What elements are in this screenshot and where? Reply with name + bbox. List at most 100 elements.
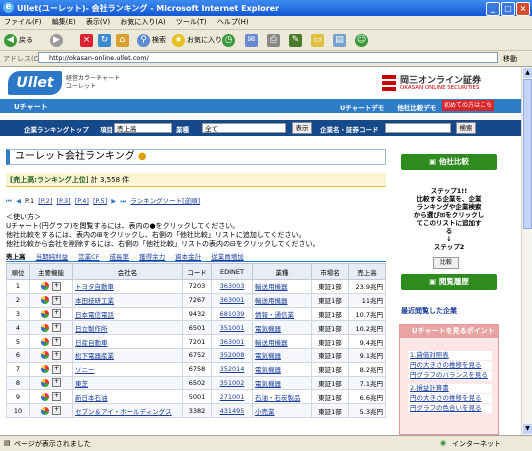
back-button[interactable]: ◀ 戻る (4, 33, 33, 47)
add-compare-icon[interactable]: + (52, 350, 61, 360)
add-compare-icon[interactable]: + (52, 281, 61, 291)
messenger-button[interactable]: ☺ (355, 33, 368, 47)
first-time-button[interactable]: 初めての方はこちら (442, 100, 494, 120)
favorites-button[interactable]: ★ お気に入り (172, 33, 222, 47)
point-bs-title[interactable]: 1.貸借対照表 (408, 351, 492, 360)
uchart-pie-icon[interactable] (41, 392, 49, 401)
sort-tab-operating-cf[interactable]: 営業CF (78, 253, 99, 261)
edinet-link[interactable]: 351001 (211, 320, 253, 336)
company-name-link[interactable]: ソニー (72, 361, 183, 377)
scroll-thumb[interactable] (523, 79, 532, 229)
edinet-link[interactable]: 431495 (211, 403, 253, 418)
add-compare-icon[interactable]: + (52, 378, 61, 388)
edinet-link[interactable]: 363001 (211, 334, 253, 349)
sort-tab-growth[interactable]: 成長率 (110, 253, 130, 261)
uchart-pie-icon[interactable] (41, 282, 49, 291)
compare-small-button[interactable]: 比較 (433, 257, 459, 269)
industry-link[interactable]: 情報・通信業 (252, 306, 312, 322)
point-item[interactable]: 円の大きさの推移を見る (408, 361, 492, 370)
company-name-link[interactable]: 新日本石油 (72, 389, 183, 405)
edinet-link[interactable]: 681039 (211, 306, 253, 322)
minimize-button[interactable]: _ (486, 2, 500, 16)
uchart-pie-icon[interactable] (41, 406, 49, 415)
edinet-link[interactable]: 363001 (211, 292, 253, 308)
industry-link[interactable]: 輸送用機器 (252, 279, 312, 294)
uchart-pie-icon[interactable] (41, 378, 49, 387)
menu-help[interactable]: ヘルプ(H) (213, 16, 253, 29)
vertical-scrollbar[interactable]: ▲ ▼ (521, 67, 532, 435)
menu-file[interactable]: ファイル(F) (0, 16, 46, 29)
sort-tab-employees[interactable]: 従業員増加 (211, 253, 244, 261)
company-name-link[interactable]: 松下電器産業 (72, 347, 183, 363)
close-button[interactable]: × (516, 2, 530, 16)
refresh-button[interactable]: ↻ (98, 33, 111, 47)
folder-button[interactable]: ▭ (311, 33, 324, 47)
ullet-logo[interactable]: Ullet (8, 71, 62, 95)
sort-reverse-link[interactable]: ランキングソート[逆順] (130, 197, 200, 205)
edit-button[interactable]: ✎ (289, 33, 302, 47)
last-page-icon[interactable]: ⏭ (120, 197, 126, 205)
ranking-top-link[interactable]: 企業ランキングトップ (24, 124, 89, 134)
add-compare-icon[interactable]: + (52, 295, 61, 305)
point-item[interactable]: 円グラフの色合いを見る (408, 404, 492, 413)
page-link-4[interactable]: [P.4] (75, 197, 89, 205)
forward-button[interactable]: ▶ (50, 33, 63, 47)
company-name-link[interactable]: トヨタ自動車 (72, 279, 183, 294)
stop-button[interactable]: × (80, 33, 93, 47)
menu-tools[interactable]: ツール(T) (172, 16, 211, 29)
sort-tab-sales[interactable]: 売上高 (6, 253, 26, 261)
sort-tab-earning-power[interactable]: 獲得余力 (139, 253, 165, 261)
company-name-link[interactable]: セブン＆アイ・ホールディングス (72, 403, 183, 418)
add-compare-icon[interactable]: + (52, 392, 61, 402)
industry-link[interactable]: 小売業 (252, 403, 312, 418)
add-compare-icon[interactable]: + (52, 323, 61, 333)
nav-tab-uchart[interactable]: Uチャート (14, 102, 48, 112)
search-button[interactable]: ⚲ 検索 (137, 33, 166, 47)
sort-tab-net-income[interactable]: 当期純利益 (36, 253, 69, 261)
history-button[interactable]: ◷ (222, 33, 235, 47)
discuss-button[interactable]: ▤ (333, 33, 346, 47)
industry-link[interactable]: 電気機器 (252, 375, 312, 391)
uchart-pie-icon[interactable] (41, 309, 49, 318)
industry-link[interactable]: 石油・石炭製品 (252, 389, 312, 405)
edinet-link[interactable]: 271001 (211, 389, 253, 405)
help-icon[interactable]: ● (138, 151, 147, 162)
edinet-link[interactable]: 351002 (211, 375, 253, 391)
uchart-pie-icon[interactable] (41, 365, 49, 374)
code-search-input[interactable] (385, 123, 451, 133)
page-link-3[interactable]: [P.3] (56, 197, 70, 205)
search-submit-button[interactable]: 検索 (456, 122, 476, 134)
uchart-pie-icon[interactable] (41, 351, 49, 360)
sort-tab-capital[interactable]: 資本金計 (175, 253, 201, 261)
next-page-icon[interactable]: ▶ (111, 197, 116, 205)
scroll-up-icon[interactable]: ▲ (523, 68, 532, 78)
uchart-pie-icon[interactable] (41, 296, 49, 305)
prev-page-icon[interactable]: ◀ (16, 197, 21, 205)
company-name-link[interactable]: 東芝 (72, 375, 183, 391)
scroll-down-icon[interactable]: ▼ (523, 424, 532, 434)
compare-button[interactable]: ▣ 他社比較 (401, 154, 497, 170)
point-item[interactable]: 円グラフのバランスを見る (408, 371, 492, 380)
menu-view[interactable]: 表示(V) (82, 16, 114, 29)
industry-link[interactable]: 電気機器 (252, 361, 312, 377)
go-button[interactable]: 移動 (503, 54, 517, 64)
col-edinet[interactable]: EDINET (211, 263, 253, 280)
show-button[interactable]: 表示 (292, 122, 312, 134)
edinet-link[interactable]: 352008 (211, 347, 253, 363)
history-panel-button[interactable]: ▣ 閲覧履歴 (401, 274, 497, 290)
uchart-pie-icon[interactable] (41, 323, 49, 332)
company-name-link[interactable]: 日産自動車 (72, 334, 183, 349)
edinet-link[interactable]: 352014 (211, 361, 253, 377)
uchart-pie-icon[interactable] (41, 337, 49, 346)
address-input[interactable]: http://okasan-online.ullet.com/ (38, 52, 498, 63)
add-compare-icon[interactable]: + (52, 364, 61, 374)
print-button[interactable]: ⎙ (267, 33, 280, 47)
point-item[interactable]: 円の大きさの推移を見る (408, 394, 492, 403)
industry-link[interactable]: 輸送用機器 (252, 292, 312, 308)
edinet-link[interactable]: 363003 (211, 279, 253, 294)
company-name-link[interactable]: 日立製作所 (72, 320, 183, 336)
nav-demo-links[interactable]: Uチャートデモ 他社比較デモ (340, 102, 436, 112)
company-name-link[interactable]: 本田技研工業 (72, 292, 183, 308)
industry-link[interactable]: 電気機器 (252, 347, 312, 363)
point-pl-title[interactable]: 2.損益計算書 (408, 384, 492, 393)
